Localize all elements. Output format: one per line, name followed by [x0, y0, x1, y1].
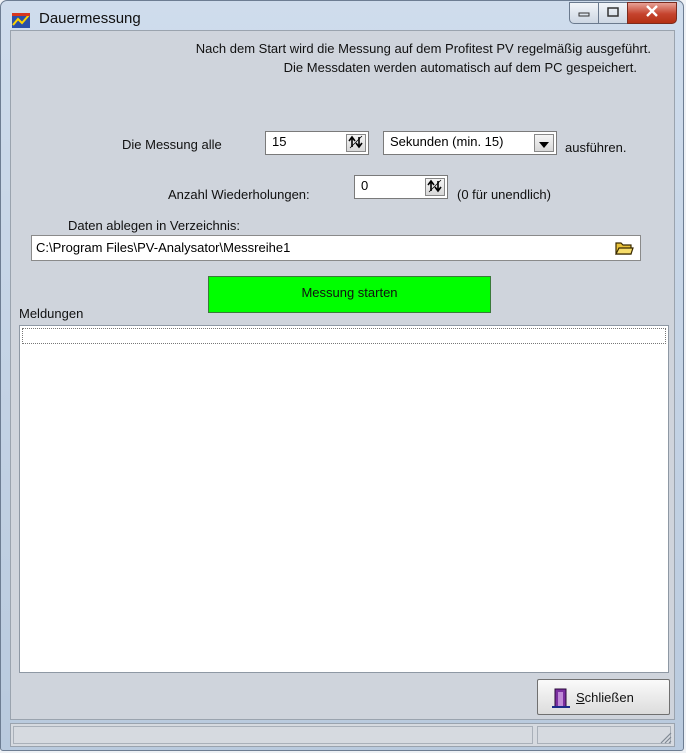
start-measurement-button[interactable]: Messung starten — [208, 276, 491, 313]
repeat-hint: (0 für unendlich) — [457, 187, 551, 202]
close-button-label: Schließen — [576, 690, 634, 705]
maximize-button[interactable] — [598, 2, 628, 24]
status-panel-secondary — [537, 726, 671, 744]
intro-line-2: Die Messdaten werden automatisch auf dem… — [283, 60, 637, 75]
close-window-button[interactable] — [627, 2, 677, 24]
status-panel-main — [13, 726, 533, 744]
close-button[interactable]: Schließen — [537, 679, 670, 715]
repeat-spinner[interactable]: 0 — [354, 175, 448, 199]
minimize-icon — [578, 4, 590, 22]
spin-arrows-icon — [348, 135, 364, 152]
maximize-icon — [607, 4, 619, 22]
close-icon — [645, 4, 659, 22]
directory-path-value: C:\Program Files\PV-Analysator\Messreihe… — [36, 240, 291, 255]
close-button-label-rest: chließen — [584, 690, 634, 705]
caption-buttons — [569, 2, 677, 26]
directory-path-field[interactable]: C:\Program Files\PV-Analysator\Messreihe… — [31, 235, 641, 261]
resize-grip-icon[interactable] — [658, 730, 672, 744]
status-bar — [10, 723, 675, 747]
repeat-spin-button[interactable] — [425, 178, 445, 196]
interval-spinner[interactable]: 15 — [265, 131, 369, 155]
dauermessung-window: Dauermessung Nach dem Start wird die Mes… — [0, 0, 684, 751]
start-measurement-label: Messung starten — [301, 285, 398, 300]
close-button-accel: S — [576, 690, 585, 705]
repeat-label: Anzahl Wiederholungen: — [168, 187, 310, 202]
window-title: Dauermessung — [39, 10, 141, 27]
dialog-body: Nach dem Start wird die Messung auf dem … — [10, 30, 675, 720]
dropdown-arrow-icon — [539, 136, 549, 151]
folder-icon — [614, 242, 634, 260]
minimize-button[interactable] — [569, 2, 599, 24]
intro-line-1: Nach dem Start wird die Messung auf dem … — [195, 41, 651, 56]
interval-unit-select[interactable]: Sekunden (min. 15) — [383, 131, 557, 155]
messages-list[interactable] — [19, 325, 669, 673]
interval-suffix-label: ausführen. — [565, 140, 627, 155]
interval-unit-dropdown-button[interactable] — [534, 134, 554, 152]
interval-value: 15 — [272, 134, 287, 149]
intro-text: Nach dem Start wird die Messung auf dem … — [11, 39, 651, 77]
messages-label: Meldungen — [19, 306, 84, 321]
repeat-value: 0 — [361, 178, 369, 193]
interval-prefix-label: Die Messung alle — [122, 137, 222, 152]
list-item[interactable] — [22, 328, 666, 344]
browse-folder-button[interactable] — [614, 239, 634, 257]
spin-arrows-icon — [427, 179, 443, 196]
interval-spin-button[interactable] — [346, 134, 366, 152]
exit-door-icon — [552, 687, 570, 712]
directory-label: Daten ablegen in Verzeichnis: — [68, 218, 241, 233]
interval-unit-value: Sekunden (min. 15) — [390, 134, 504, 149]
app-icon — [11, 11, 31, 29]
